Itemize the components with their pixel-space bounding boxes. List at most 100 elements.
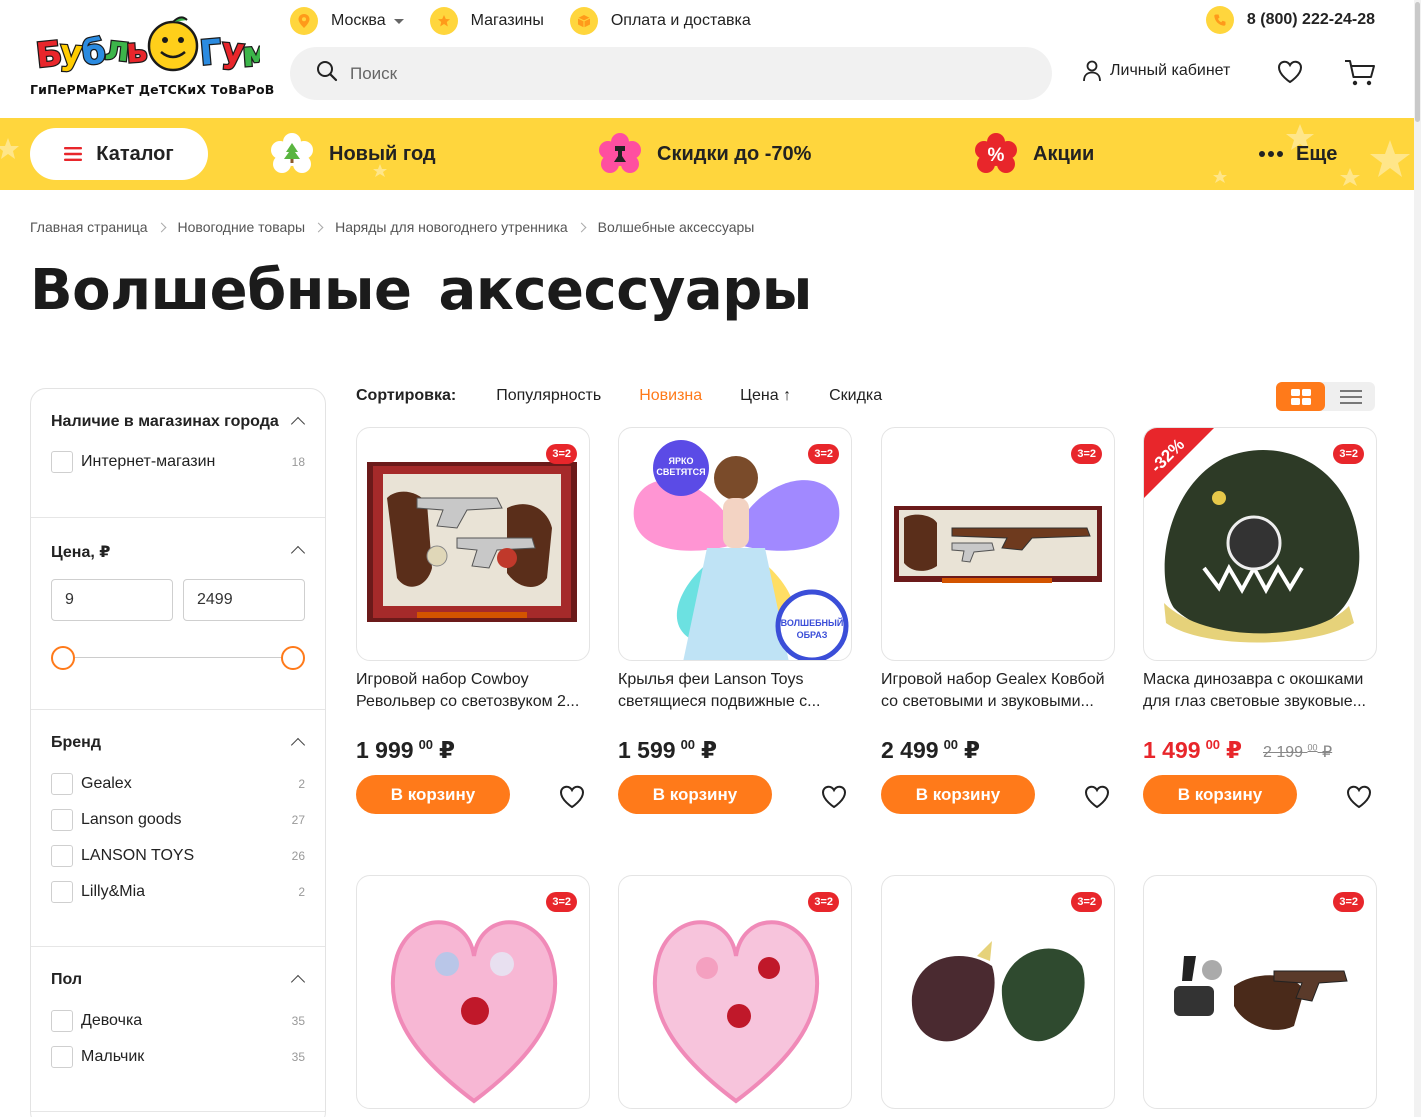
city-selector[interactable]: Москва <box>290 7 404 35</box>
product-image[interactable]: 3=2 <box>356 875 590 1109</box>
product-name[interactable]: Игровой набор Gealex Ковбой со световыми… <box>881 669 1115 713</box>
product-name[interactable]: Крылья феи Lanson Toys светящиеся подвиж… <box>618 669 852 713</box>
page-scrollbar[interactable] <box>1414 0 1421 1117</box>
favorite-heart-icon[interactable] <box>820 783 848 816</box>
nav-new-year[interactable]: Новый год <box>270 132 436 176</box>
product-image[interactable]: 3=2 <box>881 427 1115 661</box>
filter-option-label: Мальчик <box>81 1048 145 1065</box>
filter-option[interactable]: Lilly&Mia 2 <box>51 881 305 903</box>
filter-brand-title[interactable]: Бренд <box>51 734 101 752</box>
breadcrumb-item[interactable]: Главная страница <box>30 219 148 235</box>
location-pin-icon <box>290 7 318 35</box>
chevron-up-icon[interactable] <box>290 974 306 990</box>
filter-gender: Пол Девочка 35 Мальчик 35 <box>31 947 325 1112</box>
filter-option[interactable]: Gealex 2 <box>51 773 305 795</box>
breadcrumb-current: Волшебные аксессуары <box>597 219 755 235</box>
price-rubles: 1 599 <box>618 737 676 763</box>
site-logo[interactable]: Б у б л ь Г у м ГиПеРМаРКеТ ДеТСКиХ ТоВа… <box>30 14 274 100</box>
product-name[interactable]: Маска динозавра с окошками для глаз свет… <box>1143 669 1377 713</box>
filter-availability-title[interactable]: Наличие в магазинах города <box>51 413 279 431</box>
checkbox[interactable] <box>51 881 73 903</box>
catalog-button[interactable]: Каталог <box>30 128 208 180</box>
price-slider-track[interactable] <box>63 657 293 658</box>
nav-more[interactable]: Еще <box>1258 132 1337 176</box>
breadcrumb-item[interactable]: Новогодние товары <box>178 219 306 235</box>
product-image[interactable]: 3=2 <box>1143 875 1377 1109</box>
product-image[interactable]: 3=2 <box>618 875 852 1109</box>
filter-option-count: 18 <box>291 455 305 469</box>
page-title: Волшебные аксессуары <box>30 258 812 323</box>
product-image[interactable]: -32% 3=2 <box>1143 427 1377 661</box>
favorite-heart-icon[interactable] <box>558 783 586 816</box>
grid-view-button[interactable] <box>1276 382 1325 411</box>
promo-badge: 3=2 <box>1333 892 1364 912</box>
list-view-button[interactable] <box>1326 382 1375 411</box>
svg-text:%: % <box>988 145 1005 166</box>
sort-discount[interactable]: Скидка <box>829 387 882 405</box>
checkbox[interactable] <box>51 1046 73 1068</box>
product-name[interactable]: Игровой набор Cowboy Револьвер со светоз… <box>356 669 590 713</box>
sort-newness[interactable]: Новизна <box>639 387 702 405</box>
chevron-up-icon[interactable] <box>290 737 306 753</box>
filter-option[interactable]: Интернет-магазин 18 <box>51 451 305 473</box>
filter-option-count: 2 <box>298 885 305 899</box>
add-to-cart-button[interactable]: В корзину <box>881 775 1035 814</box>
hamburger-icon <box>64 147 83 161</box>
checkbox[interactable] <box>51 809 73 831</box>
phone-link[interactable]: 8 (800) 222-24-28 <box>1205 6 1375 34</box>
favorite-heart-icon[interactable] <box>1083 783 1111 816</box>
stores-label: Магазины <box>470 12 544 29</box>
filter-option-label: Gealex <box>81 775 132 792</box>
promo-badge: 3=2 <box>1071 444 1102 464</box>
user-icon <box>1083 60 1101 82</box>
stores-link[interactable]: Магазины <box>429 7 544 35</box>
sort-price[interactable]: Цена ↑ <box>740 387 791 405</box>
search-bar[interactable] <box>290 47 1052 100</box>
filter-option[interactable]: Мальчик 35 <box>51 1046 305 1068</box>
checkbox[interactable] <box>51 773 73 795</box>
sort-label: Сортировка: <box>356 387 457 404</box>
search-icon[interactable] <box>316 60 338 87</box>
more-dots-icon <box>1259 151 1283 157</box>
filter-gender-title[interactable]: Пол <box>51 971 82 989</box>
search-input[interactable] <box>350 63 950 84</box>
filter-price-title[interactable]: Цена, ₽ <box>51 542 110 562</box>
product-name-line-1: Игровой набор Cowboy <box>356 671 529 688</box>
chevron-up-icon[interactable] <box>290 545 306 561</box>
scrollbar-thumb[interactable] <box>1415 2 1420 122</box>
add-to-cart-button[interactable]: В корзину <box>1143 775 1297 814</box>
favorite-heart-icon[interactable] <box>1345 783 1373 816</box>
chevron-up-icon[interactable] <box>290 416 306 432</box>
price-max-input[interactable] <box>183 579 305 621</box>
cart-icon[interactable] <box>1344 58 1376 93</box>
product-image[interactable]: 3=2 <box>881 875 1115 1109</box>
product-image[interactable]: 3=2 <box>356 427 590 661</box>
add-to-cart-button[interactable]: В корзину <box>356 775 510 814</box>
price-min-input[interactable] <box>51 579 173 621</box>
checkbox[interactable] <box>51 451 73 473</box>
filter-option[interactable]: LANSON TOYS 26 <box>51 845 305 867</box>
promo-badge: 3=2 <box>808 444 839 464</box>
filter-option[interactable]: Девочка 35 <box>51 1010 305 1032</box>
nav-sale-label: Скидки до -70% <box>657 142 812 165</box>
price-slider-min-handle[interactable] <box>51 646 75 670</box>
filter-option[interactable]: Lanson goods 27 <box>51 809 305 831</box>
filter-option-count: 27 <box>291 813 305 827</box>
sort-popularity[interactable]: Популярность <box>496 387 601 405</box>
main-nav: Каталог Новый год Скидки до -70% % Акции… <box>0 118 1414 190</box>
add-to-cart-button[interactable]: В корзину <box>618 775 772 814</box>
delivery-link[interactable]: Оплата и доставка <box>569 7 751 35</box>
promo-badge: 3=2 <box>1333 444 1364 464</box>
promo-badge: 3=2 <box>546 892 577 912</box>
price-slider-max-handle[interactable] <box>281 646 305 670</box>
nav-promo[interactable]: % Акции <box>974 132 1094 176</box>
nav-sale[interactable]: Скидки до -70% <box>598 132 811 176</box>
product-image[interactable]: ЯРКО СВЕТЯТСЯ ВОЛШЕБНЫЙ ОБРАЗ 3=2 <box>618 427 852 661</box>
account-link[interactable]: Личный кабинет <box>1082 60 1230 82</box>
product-price: 1 499 00 ₽ <box>1143 737 1242 764</box>
favorites-heart-icon[interactable] <box>1276 58 1304 91</box>
checkbox[interactable] <box>51 845 73 867</box>
price-rubles: 1 999 <box>356 737 414 763</box>
checkbox[interactable] <box>51 1010 73 1032</box>
breadcrumb-item[interactable]: Наряды для новогоднего утренника <box>335 219 568 235</box>
